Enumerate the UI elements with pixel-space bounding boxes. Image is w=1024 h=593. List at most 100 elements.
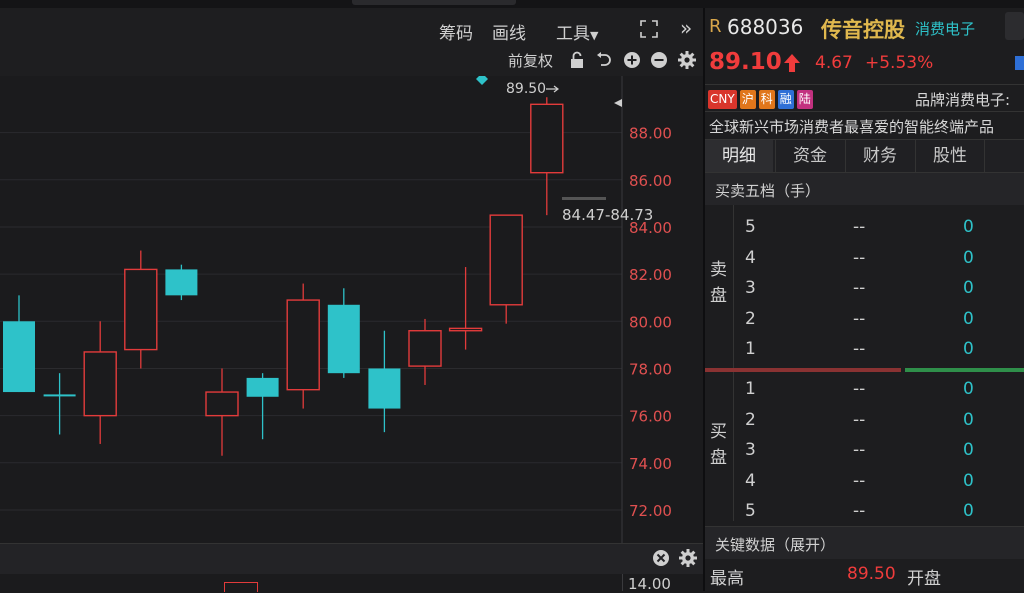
concept-label[interactable]: 品牌消费电子: [915,89,1010,110]
detail-tabs: 明细 资金 财务 股性 [705,139,1024,172]
sell-level-price: -- [853,308,866,329]
y-tick-label: 78.00 [629,360,672,378]
candle[interactable] [165,264,198,301]
sell-level-price: -- [853,247,866,268]
orderbook-side-divider [733,205,734,521]
draw-line-button[interactable]: 画线 [492,19,526,44]
sell-level-row[interactable]: 5 -- 0 [745,217,1024,247]
sell-level-volume: 0 [963,278,974,298]
collapse-panel-button[interactable]: » [680,16,692,40]
buy-level-level: 5 [745,501,756,521]
sell-buy-ratio-bar [705,368,901,372]
buy-level-volume: 0 [963,470,974,491]
settings-gear-icon[interactable] [677,50,697,74]
stock-header: R 688036 传音控股 消费电子 [705,8,1024,44]
candle-body [408,330,442,367]
sell-level-price: -- [853,217,866,237]
candle-body [246,377,279,397]
fullscreen-icon[interactable] [639,19,659,43]
stock-code: 688036 [727,15,804,39]
company-description: 全球新兴市场消费者最喜爱的智能终端产品 [709,118,995,136]
stock-tag[interactable]: 沪 [739,90,756,109]
key-data-row: 最高 89.50 开盘 [705,559,1024,591]
sell-level-volume: 0 [963,308,974,329]
sell-label-1: 卖 [710,260,727,280]
indicator-panel: 14.00 [0,574,703,593]
buy-level-row[interactable]: 1 -- 0 [745,379,1024,409]
stock-tag[interactable]: 融 [777,90,794,109]
buy-level-price: -- [853,379,866,399]
buy-level-price: -- [853,501,866,521]
buy-level-level: 2 [745,409,756,430]
tab-details[interactable]: 明细 [705,140,773,172]
stock-tag[interactable]: CNY [708,90,737,109]
buy-level-row[interactable]: 2 -- 0 [745,410,1024,440]
tab-stock-character[interactable]: 股性 [915,140,985,172]
buy-level-level: 3 [745,440,756,460]
buy-level-price: -- [853,470,866,491]
range-bar [562,197,606,200]
stock-tag[interactable]: 科 [758,90,775,109]
open-label: 开盘 [907,569,941,589]
price-adjust-dropdown[interactable]: 前复权 [508,50,553,71]
indicator-axis-tick: 14.00 [628,575,671,593]
sell-level-volume: 0 [963,339,974,359]
buy-ratio-bar [905,368,1024,372]
sell-level-row[interactable]: 3 -- 0 [745,278,1024,308]
lock-icon[interactable] [569,51,585,73]
header-action-button[interactable] [1005,12,1024,40]
y-tick-label: 88.00 [629,125,672,143]
sell-level-level: 5 [745,217,756,237]
buy-level-level: 4 [745,470,756,491]
candle-body [205,391,239,417]
range-label: 84.47-84.73 [562,206,653,224]
buy-level-volume: 0 [963,501,974,521]
sell-level-row[interactable]: 1 -- 0 [745,339,1024,369]
price-line: 89.10 4.67 +5.53% [705,44,1024,82]
y-tick-label: 82.00 [629,266,672,284]
buy-level-volume: 0 [963,379,974,399]
y-tick-label: 72.00 [629,502,672,520]
y-tick-label: 76.00 [629,408,672,426]
panel-edge-marker [1015,56,1024,70]
sell-level-price: -- [853,339,866,359]
stock-name[interactable]: 传音控股 [821,14,905,44]
candlestick-chart[interactable]: 88.0086.0084.0082.0080.0078.0076.0074.00… [0,76,703,543]
candle-body [489,214,523,306]
high-marker-label: 89.50 [506,81,546,97]
indicator-settings-gear-icon[interactable] [678,548,698,572]
sell-level-volume: 0 [963,217,974,237]
tab-financials[interactable]: 财务 [845,140,914,172]
orderbook-header: 买卖五档（手） [705,172,1024,205]
sell-side-label: 卖 盘 [710,257,730,309]
zoom-in-icon[interactable] [623,51,641,73]
tab-funds[interactable]: 资金 [775,140,844,172]
buy-level-row[interactable]: 3 -- 0 [745,440,1024,470]
close-icon[interactable] [652,549,670,571]
tools-menu[interactable]: 工具▼ [556,19,598,44]
sector-link[interactable]: 消费电子 [915,18,975,39]
high-value: 89.50 [847,564,896,584]
y-tick-label: 80.00 [629,313,672,331]
arrow-up-icon [783,53,801,77]
high-label: 最高 [710,569,744,589]
zoom-out-icon[interactable] [650,51,668,73]
candle[interactable] [286,283,320,409]
price-change: 4.67 [815,53,853,73]
sell-level-row[interactable]: 2 -- 0 [745,309,1024,339]
indicator-axis-line [622,574,623,591]
key-data-header[interactable]: 关键数据（展开） [705,526,1024,559]
sell-level-row[interactable]: 4 -- 0 [745,248,1024,278]
chips-button[interactable]: 筹码 [439,19,473,44]
buy-level-volume: 0 [963,409,974,430]
tag-line: CNY 沪科融陆 品牌消费电子: [705,84,1024,111]
buy-level-row[interactable]: 4 -- 0 [745,471,1024,501]
y-tick-label: 86.00 [629,172,672,190]
y-tick-label: 74.00 [629,455,672,473]
buy-side-label: 买 盘 [710,419,730,471]
candle-body [165,269,198,296]
undo-icon[interactable] [595,51,613,73]
candle-body [327,304,360,374]
stock-tag[interactable]: 陆 [796,90,813,109]
top-strip-tab [352,0,516,5]
